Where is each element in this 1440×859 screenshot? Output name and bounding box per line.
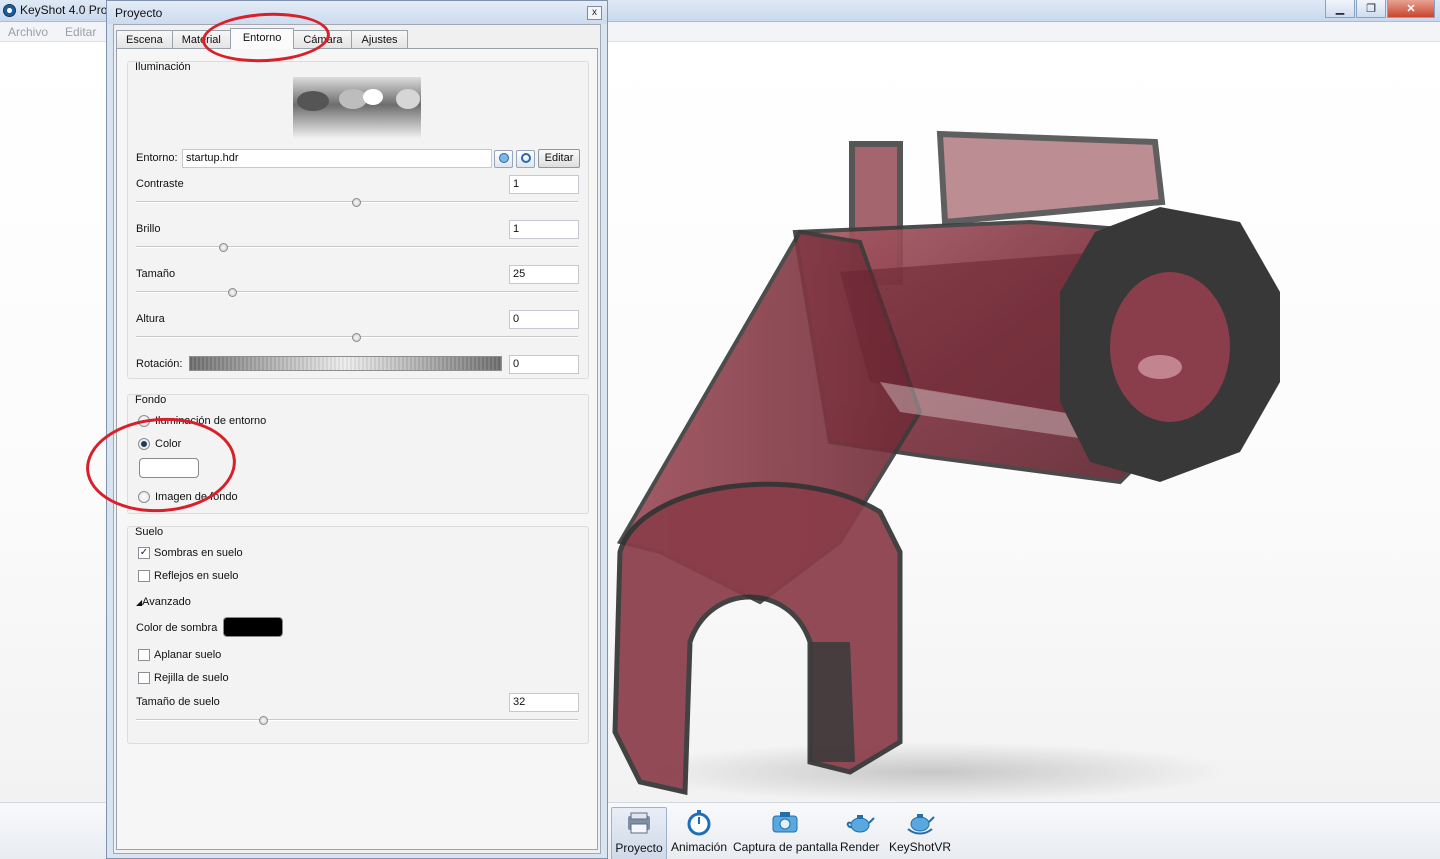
tamano-suelo-input[interactable]: 32 xyxy=(509,693,579,712)
iluminacion-title: Iluminación xyxy=(135,61,191,73)
tab-entorno[interactable]: Entorno xyxy=(229,28,295,49)
rotacion-label: Rotación: xyxy=(136,358,183,370)
editar-button[interactable]: Editar xyxy=(538,149,580,168)
search-icon xyxy=(498,152,510,167)
reflejos-label: Reflejos en suelo xyxy=(154,570,239,582)
tab-material[interactable]: Material xyxy=(171,30,231,49)
3d-model-part xyxy=(612,130,1280,802)
toolbar-captura-label: Captura de pantalla xyxy=(733,840,838,854)
rejilla-label: Rejilla de suelo xyxy=(154,672,229,684)
avanzado-toggle[interactable]: ◢Avanzado xyxy=(136,596,191,608)
dialog-titlebar[interactable]: Proyecto x xyxy=(107,1,607,24)
menu-editar[interactable]: Editar xyxy=(65,25,96,39)
browse-environment-button[interactable] xyxy=(494,150,513,168)
fondo-color-swatch[interactable] xyxy=(139,458,199,478)
fondo-color-label: Color xyxy=(155,438,182,450)
toolbar-keyshotvr-label: KeyShotVR xyxy=(889,840,952,854)
tamano-suelo-label: Tamaño de suelo xyxy=(136,696,220,708)
suelo-group: Suelo ✓ Sombras en suelo Reflejos en sue… xyxy=(127,526,589,744)
toolbar-animacion-label: Animación xyxy=(671,840,728,854)
toolbar-animacion-button[interactable]: Animación xyxy=(671,807,727,854)
fondo-iluminacion-label: Iluminación de entorno xyxy=(155,415,267,427)
toolbar-keyshotvr-button[interactable]: KeyShotVR xyxy=(889,807,951,854)
reflejos-checkbox[interactable] xyxy=(138,570,150,582)
refresh-icon xyxy=(520,152,532,167)
stopwatch-icon xyxy=(683,807,715,837)
color-sombra-label: Color de sombra xyxy=(136,622,218,634)
altura-slider[interactable] xyxy=(136,333,578,342)
brillo-label: Brillo xyxy=(136,223,161,235)
toolbar-captura-button[interactable]: Captura de pantalla xyxy=(733,807,838,854)
toolbar-proyecto-label: Proyecto xyxy=(615,841,663,855)
fondo-imagen-label: Imagen de fondo xyxy=(155,491,238,503)
contraste-slider[interactable] xyxy=(136,198,578,207)
close-button[interactable]: ✕ xyxy=(1387,0,1435,18)
project-icon xyxy=(623,808,655,838)
tamano-suelo-slider-thumb[interactable] xyxy=(259,716,268,725)
tamano-slider-thumb[interactable] xyxy=(228,288,237,297)
brillo-slider-thumb[interactable] xyxy=(219,243,228,252)
color-sombra-swatch[interactable] xyxy=(223,617,283,637)
rotacion-wheel[interactable] xyxy=(189,356,502,371)
sombras-checkbox[interactable]: ✓ xyxy=(138,547,150,559)
toolbar-render-button[interactable]: Render xyxy=(840,807,879,854)
tab-ajustes[interactable]: Ajustes xyxy=(351,30,408,49)
tab-bar: Escena Material Entorno Cámara Ajustes xyxy=(116,28,408,49)
rejilla-checkbox[interactable] xyxy=(138,672,150,684)
aplanar-checkbox[interactable] xyxy=(138,649,150,661)
entorno-label: Entorno: xyxy=(136,152,178,164)
tamano-suelo-slider[interactable] xyxy=(136,716,578,725)
project-dialog: Proyecto x Escena Material Entorno Cámar… xyxy=(106,0,608,859)
brillo-slider[interactable] xyxy=(136,243,578,252)
keyshot-logo-icon xyxy=(3,4,16,17)
toolbar-proyecto-button[interactable]: Proyecto xyxy=(611,807,667,859)
avanzado-label: Avanzado xyxy=(142,596,191,608)
aplanar-label: Aplanar suelo xyxy=(154,649,222,661)
toolbar-render-label: Render xyxy=(840,840,880,854)
iluminacion-group: Iluminación Entorno: startup.hdr Editar … xyxy=(127,61,589,379)
entorno-tab-panel: Iluminación Entorno: startup.hdr Editar … xyxy=(116,48,598,850)
teapot-vr-icon xyxy=(904,807,936,837)
minimize-button[interactable]: ▁ xyxy=(1325,0,1355,18)
tamano-slider[interactable] xyxy=(136,288,578,297)
sombras-label: Sombras en suelo xyxy=(154,547,243,559)
tamano-input[interactable]: 25 xyxy=(509,265,579,284)
dialog-title: Proyecto xyxy=(115,6,163,20)
tamano-label: Tamaño xyxy=(136,268,176,280)
dialog-body: Escena Material Entorno Cámara Ajustes I… xyxy=(113,24,601,854)
altura-slider-thumb[interactable] xyxy=(352,333,361,342)
menu-archivo[interactable]: Archivo xyxy=(8,25,48,39)
reload-environment-button[interactable] xyxy=(516,150,535,168)
contraste-input[interactable]: 1 xyxy=(509,175,579,194)
teapot-icon xyxy=(844,807,876,837)
maximize-button[interactable]: ❐ xyxy=(1356,0,1386,18)
altura-label: Altura xyxy=(136,313,165,325)
dialog-close-button[interactable]: x xyxy=(587,6,602,20)
tab-escena[interactable]: Escena xyxy=(116,30,173,49)
entorno-file-field[interactable]: startup.hdr xyxy=(182,149,492,168)
altura-input[interactable]: 0 xyxy=(509,310,579,329)
fondo-color-radio[interactable] xyxy=(138,438,150,450)
fondo-iluminacion-radio[interactable] xyxy=(138,415,150,427)
tab-camara[interactable]: Cámara xyxy=(293,30,353,49)
fondo-title: Fondo xyxy=(135,394,167,406)
rotacion-input[interactable]: 0 xyxy=(509,355,579,374)
app-title: KeyShot 4.0 Pro xyxy=(20,3,108,17)
brillo-input[interactable]: 1 xyxy=(509,220,579,239)
camera-icon xyxy=(769,807,801,837)
fondo-group: Fondo Iluminación de entorno Color Image… xyxy=(127,394,589,514)
contraste-slider-thumb[interactable] xyxy=(352,198,361,207)
window-controls: ▁ ❐ ✕ xyxy=(1324,0,1435,18)
suelo-title: Suelo xyxy=(135,526,164,538)
fondo-imagen-radio[interactable] xyxy=(138,491,150,503)
hdri-preview-thumbnail[interactable] xyxy=(293,77,421,139)
contraste-label: Contraste xyxy=(136,178,184,190)
